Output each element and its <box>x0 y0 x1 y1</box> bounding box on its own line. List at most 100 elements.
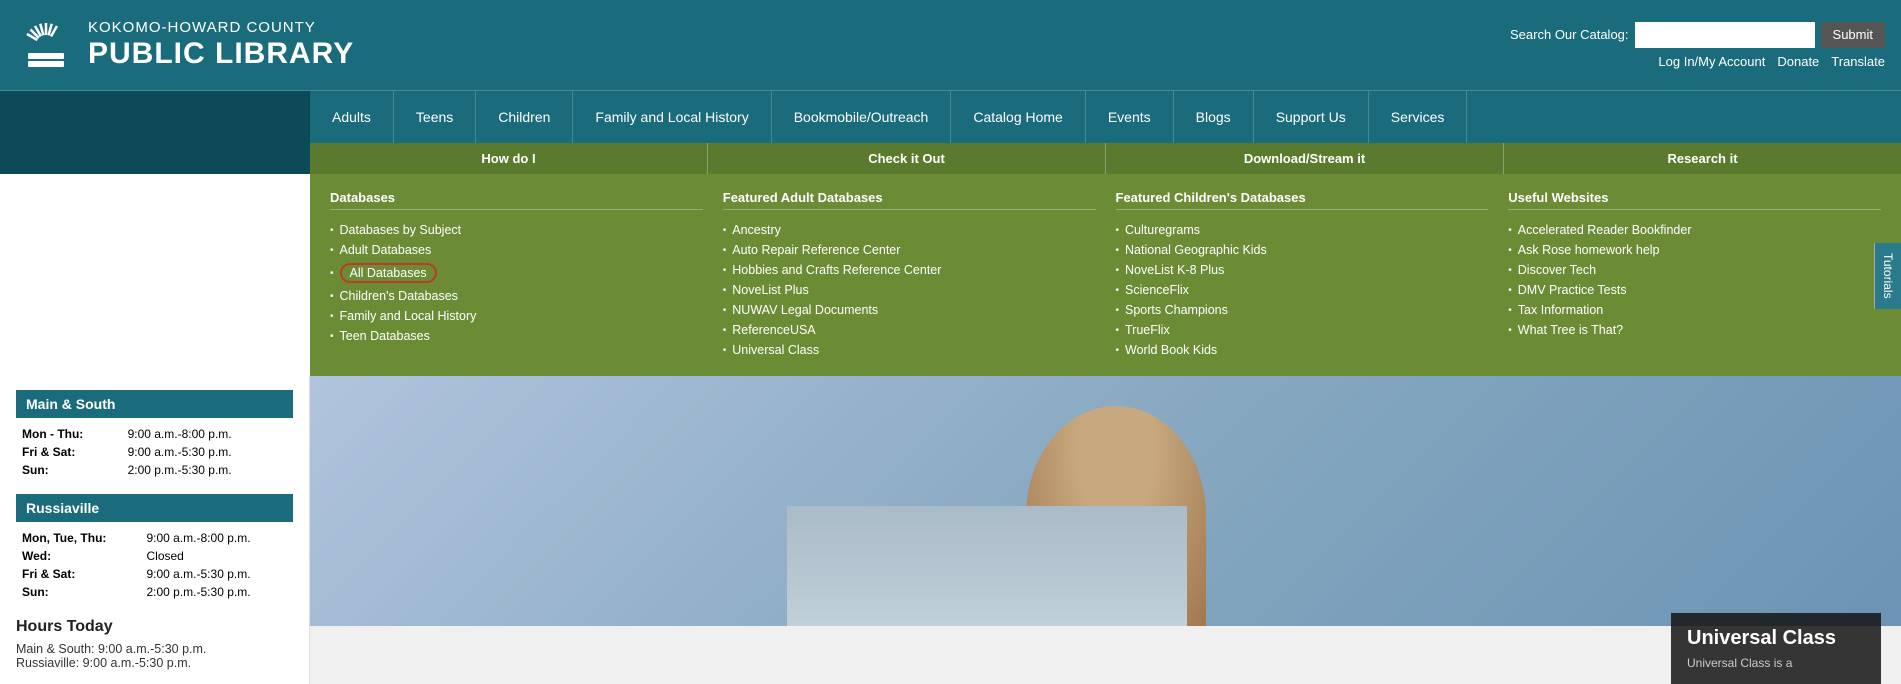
subnav-check-it-out[interactable]: Check it Out <box>708 143 1106 174</box>
all-databases-highlighted[interactable]: All Databases <box>340 263 437 283</box>
children-db-list: • Culturegrams • National Geographic Kid… <box>1116 220 1489 360</box>
table-row: Fri & Sat: 9:00 a.m.-5:30 p.m. <box>18 566 291 582</box>
hours-day: Sun: <box>18 584 140 600</box>
submit-button[interactable]: Submit <box>1821 22 1885 48</box>
site-ar-bookfinder[interactable]: • Accelerated Reader Bookfinder <box>1508 220 1881 240</box>
hours-day: Mon - Thu: <box>18 426 122 442</box>
children-db-col-title: Featured Children's Databases <box>1116 190 1489 210</box>
main-nav: Adults Teens Children Family and Local H… <box>0 90 1901 143</box>
nav-support-us[interactable]: Support Us <box>1254 91 1369 143</box>
content-image-area <box>310 376 1901 626</box>
sidebar-nav-label <box>0 91 310 143</box>
nav-bookmobile[interactable]: Bookmobile/Outreach <box>772 91 952 143</box>
db-family-history[interactable]: • Family and Local History <box>330 306 703 326</box>
login-link[interactable]: Log In/My Account <box>1658 54 1765 69</box>
hours-time: 2:00 p.m.-5:30 p.m. <box>124 462 291 478</box>
hours-time: 2:00 p.m.-5:30 p.m. <box>142 584 291 600</box>
dropdown-col-useful-websites: Useful Websites • Accelerated Reader Boo… <box>1508 190 1881 360</box>
translate-link[interactable]: Translate <box>1831 54 1885 69</box>
search-input[interactable] <box>1635 22 1815 48</box>
header-links: Log In/My Account Donate Translate <box>1658 54 1885 69</box>
nav-catalog-home[interactable]: Catalog Home <box>951 91 1086 143</box>
hours-time: 9:00 a.m.-8:00 p.m. <box>124 426 291 442</box>
db-culturegrams[interactable]: • Culturegrams <box>1116 220 1489 240</box>
db-universal-class[interactable]: • Universal Class <box>723 340 1096 360</box>
db-novelist-plus[interactable]: • NoveList Plus <box>723 280 1096 300</box>
left-sidebar: Main & South Mon - Thu: 9:00 a.m.-8:00 p… <box>0 376 310 684</box>
header-right: Search Our Catalog: Submit Log In/My Acc… <box>1510 22 1885 69</box>
db-novelist-k8[interactable]: • NoveList K-8 Plus <box>1116 260 1489 280</box>
sub-nav-items: How do I Check it Out Download/Stream it… <box>310 143 1901 174</box>
logo-area: KOKOMO-HOWARD COUNTY PUBLIC LIBRARY <box>16 15 354 75</box>
dropdown-col-adult-db: Featured Adult Databases • Ancestry • Au… <box>723 190 1096 360</box>
main-south-hours: Mon - Thu: 9:00 a.m.-8:00 p.m. Fri & Sat… <box>16 424 293 480</box>
library-logo-icon <box>16 15 76 75</box>
hours-today-section: Hours Today Main & South: 9:00 a.m.-5:30… <box>16 618 293 670</box>
russiaville-hours: Mon, Tue, Thu: 9:00 a.m.-8:00 p.m. Wed: … <box>16 528 293 602</box>
russiaville-title: Russiaville <box>16 494 293 522</box>
hours-time: 9:00 a.m.-5:30 p.m. <box>124 444 291 460</box>
site-what-tree[interactable]: • What Tree is That? <box>1508 320 1881 340</box>
db-auto-repair[interactable]: • Auto Repair Reference Center <box>723 240 1096 260</box>
universal-class-description: Universal Class is a <box>1687 656 1865 670</box>
dropdown-content: Databases • Databases by Subject • Adult… <box>310 174 1901 376</box>
db-trueflix[interactable]: • TrueFlix <box>1116 320 1489 340</box>
adult-db-col-title: Featured Adult Databases <box>723 190 1096 210</box>
subnav-research-it[interactable]: Research it <box>1504 143 1901 174</box>
site-discover-tech[interactable]: • Discover Tech <box>1508 260 1881 280</box>
donate-link[interactable]: Donate <box>1777 54 1819 69</box>
db-teen[interactable]: • Teen Databases <box>330 326 703 346</box>
hours-day: Fri & Sat: <box>18 444 122 460</box>
site-ask-rose[interactable]: • Ask Rose homework help <box>1508 240 1881 260</box>
library-name-top: KOKOMO-HOWARD COUNTY <box>88 20 354 37</box>
databases-col-title: Databases <box>330 190 703 210</box>
universal-class-title: Universal Class <box>1687 627 1865 650</box>
nav-children[interactable]: Children <box>476 91 573 143</box>
table-row: Sun: 2:00 p.m.-5:30 p.m. <box>18 584 291 600</box>
db-world-book-kids[interactable]: • World Book Kids <box>1116 340 1489 360</box>
db-natgeo-kids[interactable]: • National Geographic Kids <box>1116 240 1489 260</box>
search-area: Search Our Catalog: Submit <box>1510 22 1885 48</box>
main-south-title: Main & South <box>16 390 293 418</box>
db-sports-champions[interactable]: • Sports Champions <box>1116 300 1489 320</box>
nav-family-history[interactable]: Family and Local History <box>573 91 771 143</box>
db-by-subject[interactable]: • Databases by Subject <box>330 220 703 240</box>
db-all[interactable]: •All Databases <box>330 260 703 286</box>
db-referenceusa[interactable]: • ReferenceUSA <box>723 320 1096 340</box>
tutorials-tab[interactable]: Tutorials <box>1874 243 1901 309</box>
nav-events[interactable]: Events <box>1086 91 1174 143</box>
table-row: Mon, Tue, Thu: 9:00 a.m.-8:00 p.m. <box>18 530 291 546</box>
nav-services[interactable]: Services <box>1369 91 1468 143</box>
nav-blogs[interactable]: Blogs <box>1174 91 1254 143</box>
nav-adults[interactable]: Adults <box>310 91 394 143</box>
databases-list: • Databases by Subject • Adult Databases… <box>330 220 703 346</box>
sub-nav: How do I Check it Out Download/Stream it… <box>0 143 1901 174</box>
db-nuwav[interactable]: • NUWAV Legal Documents <box>723 300 1096 320</box>
hours-time: 9:00 a.m.-5:30 p.m. <box>142 566 291 582</box>
db-scienceflix[interactable]: • ScienceFlix <box>1116 280 1489 300</box>
dropdown-spacer <box>0 174 310 376</box>
background-blur <box>787 506 1187 626</box>
sub-nav-spacer <box>0 143 310 174</box>
site-dmv[interactable]: • DMV Practice Tests <box>1508 280 1881 300</box>
hours-today-title: Hours Today <box>16 618 293 636</box>
site-tax-info[interactable]: • Tax Information <box>1508 300 1881 320</box>
logo-text: KOKOMO-HOWARD COUNTY PUBLIC LIBRARY <box>88 20 354 70</box>
library-name-bottom: PUBLIC LIBRARY <box>88 37 354 70</box>
table-row: Sun: 2:00 p.m.-5:30 p.m. <box>18 462 291 478</box>
hours-day: Sun: <box>18 462 122 478</box>
db-adult[interactable]: • Adult Databases <box>330 240 703 260</box>
adult-db-list: • Ancestry • Auto Repair Reference Cente… <box>723 220 1096 360</box>
subnav-how-do-i[interactable]: How do I <box>310 143 708 174</box>
table-row: Wed: Closed <box>18 548 291 564</box>
subnav-download-stream[interactable]: Download/Stream it <box>1106 143 1504 174</box>
table-row: Fri & Sat: 9:00 a.m.-5:30 p.m. <box>18 444 291 460</box>
dropdown-col-children-db: Featured Children's Databases • Cultureg… <box>1116 190 1489 360</box>
db-children[interactable]: • Children's Databases <box>330 286 703 306</box>
dropdown-col-databases: Databases • Databases by Subject • Adult… <box>330 190 703 360</box>
db-hobbies[interactable]: • Hobbies and Crafts Reference Center <box>723 260 1096 280</box>
db-ancestry[interactable]: • Ancestry <box>723 220 1096 240</box>
universal-class-box: Universal Class Universal Class is a <box>1671 613 1881 684</box>
page-body: Main & South Mon - Thu: 9:00 a.m.-8:00 p… <box>0 376 1901 684</box>
nav-teens[interactable]: Teens <box>394 91 476 143</box>
